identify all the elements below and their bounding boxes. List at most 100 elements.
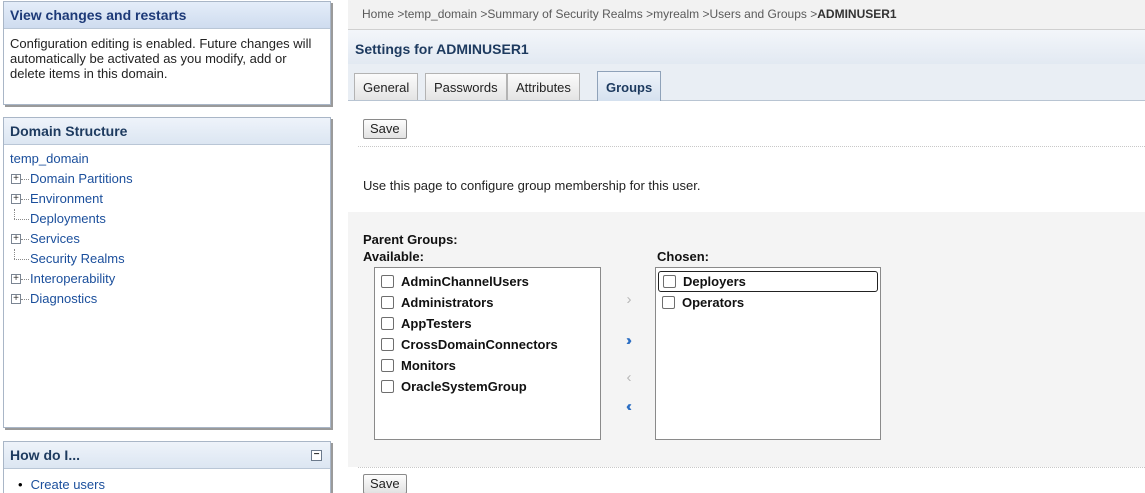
checkbox[interactable]	[381, 317, 394, 330]
page-title: Settings for ADMINUSER1	[348, 30, 1145, 64]
checkbox[interactable]	[662, 296, 675, 309]
group-option-crossdomainconnectors[interactable]: CrossDomainConnectors	[377, 334, 598, 355]
group-option-label: AppTesters	[401, 316, 472, 331]
tree-connector	[21, 199, 29, 200]
main-content: Home >temp_domain >Summary of Security R…	[348, 0, 1145, 493]
domain-tree: temp_domain + Domain Partitions + Environme…	[4, 145, 330, 309]
move-right-button[interactable]: ›	[616, 290, 638, 310]
tree-item-label: Interoperability	[30, 271, 116, 286]
tree-connector	[21, 299, 29, 300]
tree-item-label: Services	[30, 231, 80, 246]
how-do-i-list: • Create users	[4, 469, 330, 492]
tree-item-label: Security Realms	[30, 251, 125, 266]
breadcrumb: Home >temp_domain >Summary of Security R…	[348, 0, 1145, 30]
move-left-button[interactable]: ‹	[616, 368, 638, 388]
expand-icon[interactable]: +	[11, 174, 21, 184]
tab-passwords[interactable]: Passwords	[425, 73, 507, 100]
parent-groups-section: Parent Groups: Available: Chosen: AdminC…	[348, 212, 1145, 467]
tree-item-deployments[interactable]: Deployments	[10, 209, 330, 229]
how-do-i-panel: How do I... − • Create users	[3, 441, 331, 493]
group-option-oraclesystemgroup[interactable]: OracleSystemGroup	[377, 376, 598, 397]
checkbox[interactable]	[381, 296, 394, 309]
tree-connector	[14, 259, 29, 260]
change-center-panel: View changes and restarts Configuration …	[3, 1, 331, 105]
tree-items: + Domain Partitions + Environment Deployment…	[10, 169, 330, 309]
checkbox[interactable]	[381, 359, 394, 372]
available-groups-list[interactable]: AdminChannelUsers Administrators AppTester…	[374, 267, 601, 440]
group-option-label: OracleSystemGroup	[401, 379, 527, 394]
group-option-label: Administrators	[401, 295, 494, 310]
tree-connector	[21, 179, 29, 180]
tree-item-diagnostics[interactable]: + Diagnostics	[10, 289, 330, 309]
chosen-groups-list[interactable]: Deployers Operators	[655, 267, 881, 440]
breadcrumb-separator: >	[642, 7, 654, 21]
save-button-bottom[interactable]: Save	[363, 474, 407, 493]
checkbox[interactable]	[381, 275, 394, 288]
checkbox[interactable]	[663, 275, 676, 288]
group-option-adminchannelusers[interactable]: AdminChannelUsers	[377, 271, 598, 292]
tab-attributes[interactable]: Attributes	[507, 73, 580, 100]
tab-groups[interactable]: Groups	[597, 71, 662, 101]
tree-root-temp-domain[interactable]: temp_domain	[10, 149, 330, 169]
tree-item-label: Environment	[30, 191, 103, 206]
divider	[358, 146, 1145, 147]
breadcrumb-current: ADMINUSER1	[817, 7, 897, 21]
breadcrumb-home[interactable]: Home	[362, 7, 394, 21]
save-button-top[interactable]: Save	[363, 119, 407, 139]
how-do-i-header: How do I... −	[4, 442, 330, 469]
breadcrumb-summary-of-security-realms[interactable]: Summary of Security Realms	[487, 7, 642, 21]
tab-bar: General Passwords Attributes Groups	[348, 64, 1145, 101]
chevron-left-icon: ‹	[626, 369, 632, 386]
left-column: View changes and restarts Configuration …	[0, 0, 338, 493]
tree-item-label: Diagnostics	[30, 291, 98, 306]
breadcrumb-temp-domain[interactable]: temp_domain	[404, 7, 477, 21]
group-option-apptesters[interactable]: AppTesters	[377, 313, 598, 334]
expand-icon[interactable]: +	[11, 274, 21, 284]
tree-line	[14, 249, 15, 259]
group-option-monitors[interactable]: Monitors	[377, 355, 598, 376]
double-chevron-left-icon: ‹‹	[626, 398, 632, 415]
tree-item-environment[interactable]: + Environment	[10, 189, 330, 209]
tree-item-domain-partitions[interactable]: + Domain Partitions	[10, 169, 330, 189]
how-do-i-link-create-users[interactable]: Create users	[31, 477, 105, 492]
weblogic-console: View changes and restarts Configuration …	[0, 0, 1145, 493]
how-do-i-title: How do I...	[10, 447, 80, 463]
checkbox[interactable]	[381, 338, 394, 351]
tree-item-security-realms[interactable]: Security Realms	[10, 249, 330, 269]
breadcrumb-separator: >	[477, 7, 488, 21]
group-option-deployers[interactable]: Deployers	[658, 271, 878, 292]
expand-icon[interactable]: +	[11, 194, 21, 204]
breadcrumb-users-and-groups[interactable]: Users and Groups	[710, 7, 807, 21]
group-option-label: Monitors	[401, 358, 456, 373]
tree-line	[14, 209, 15, 219]
double-chevron-right-icon: ››	[626, 332, 632, 349]
tab-general[interactable]: General	[354, 73, 419, 100]
tree-connector	[14, 219, 29, 220]
tree-connector	[21, 279, 29, 280]
change-center-message: Configuration editing is enabled. Future…	[10, 36, 312, 81]
group-option-operators[interactable]: Operators	[658, 292, 878, 313]
change-center-title[interactable]: View changes and restarts	[4, 2, 330, 29]
checkbox[interactable]	[381, 380, 394, 393]
parent-groups-label: Parent Groups:	[363, 232, 458, 247]
breadcrumb-separator: >	[699, 7, 710, 21]
bullet-icon: •	[18, 477, 23, 492]
group-option-administrators[interactable]: Administrators	[377, 292, 598, 313]
divider	[358, 467, 1145, 468]
group-option-label: Operators	[682, 295, 745, 310]
breadcrumb-separator: >	[394, 7, 405, 21]
tree-item-services[interactable]: + Services	[10, 229, 330, 249]
expand-icon[interactable]: +	[11, 294, 21, 304]
group-option-label: AdminChannelUsers	[401, 274, 529, 289]
breadcrumb-myrealm[interactable]: myrealm	[653, 7, 699, 21]
domain-structure-title: Domain Structure	[4, 118, 330, 145]
tree-connector	[21, 239, 29, 240]
chosen-label: Chosen:	[657, 249, 709, 264]
tree-item-label: Domain Partitions	[30, 171, 133, 186]
move-all-right-button[interactable]: ››	[616, 331, 638, 351]
move-all-left-button[interactable]: ‹‹	[616, 397, 638, 417]
tree-item-interoperability[interactable]: + Interoperability	[10, 269, 330, 289]
collapse-icon[interactable]: −	[311, 450, 322, 461]
breadcrumb-separator: >	[806, 7, 818, 21]
expand-icon[interactable]: +	[11, 234, 21, 244]
